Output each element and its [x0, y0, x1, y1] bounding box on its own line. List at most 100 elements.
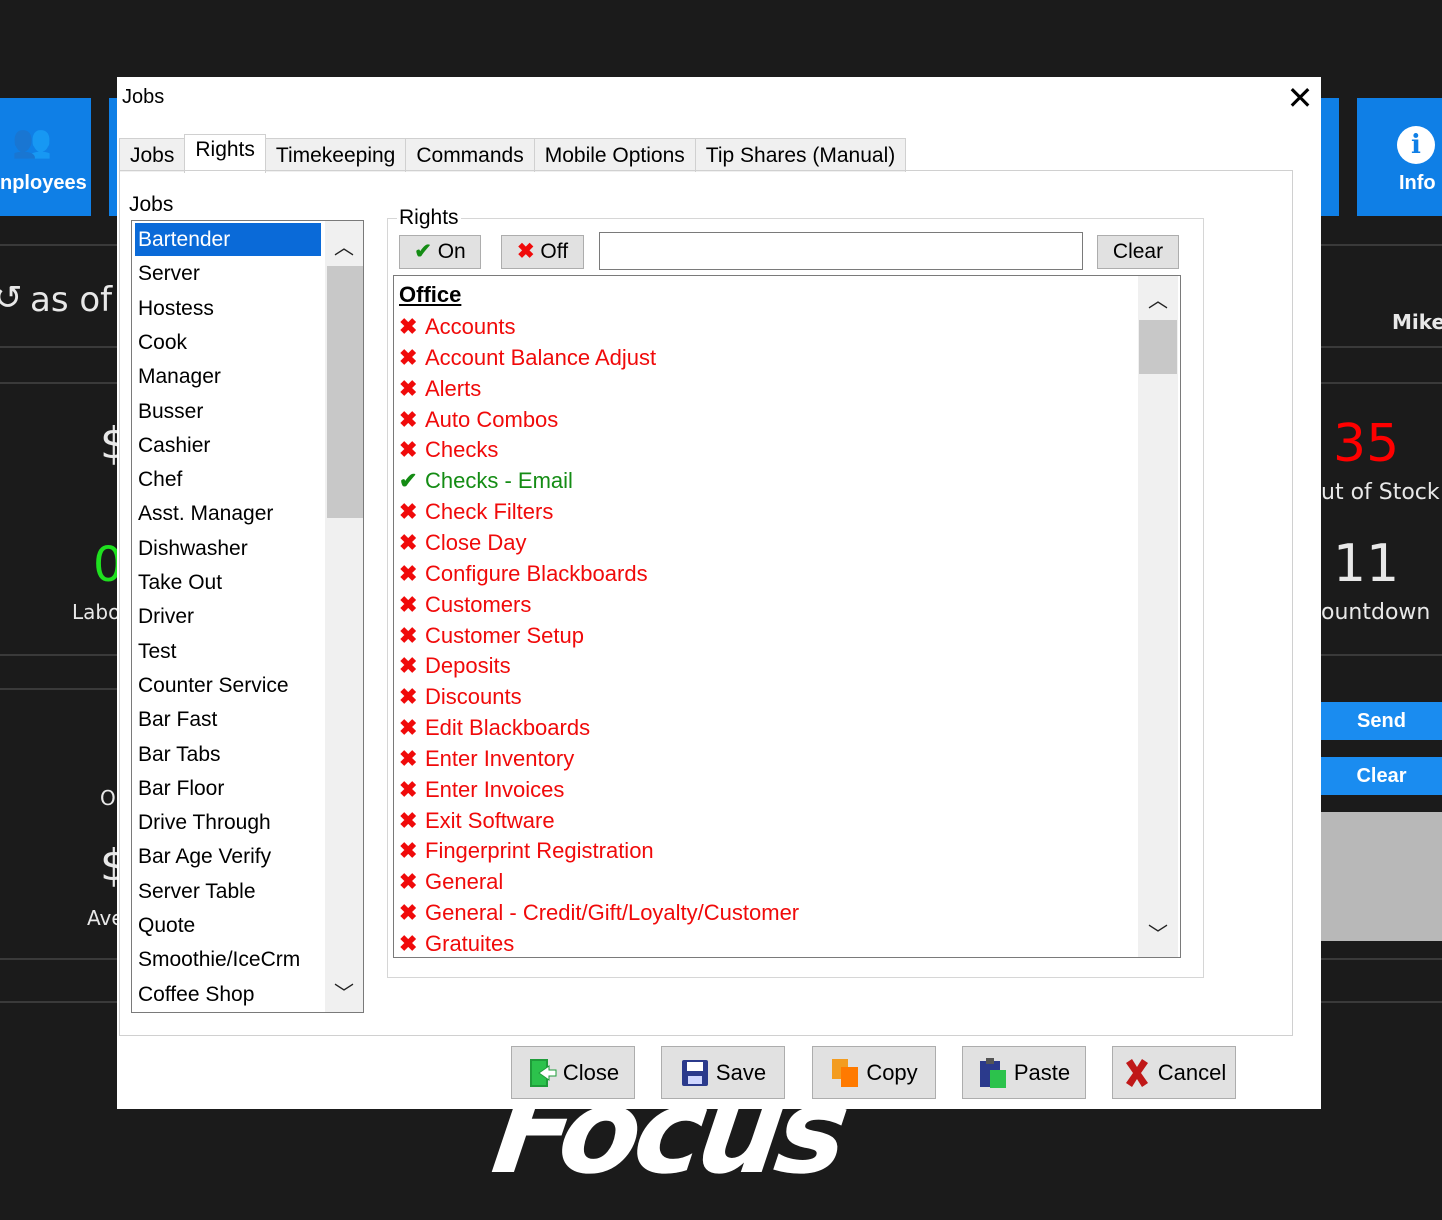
divider: [0, 346, 117, 348]
jobs-list[interactable]: Bartender Server Hostess Cook Manager Busser C…: [131, 220, 364, 1013]
right-item[interactable]: ✖ Check Filters: [399, 497, 553, 527]
right-item[interactable]: ✖ Enter Invoices: [399, 775, 564, 805]
scroll-down-icon[interactable]: ﹀: [1138, 918, 1178, 947]
tab-rights[interactable]: Rights: [184, 134, 266, 173]
divider: [1321, 346, 1442, 348]
right-item-label: Discounts: [425, 684, 522, 710]
scroll-thumb[interactable]: [1139, 320, 1177, 374]
tab-tip-shares[interactable]: Tip Shares (Manual): [694, 138, 907, 172]
job-list-item[interactable]: Bar Fast: [135, 703, 321, 736]
jobs-scrollbar[interactable]: ︿ ﹀: [325, 221, 363, 1012]
tab-jobs[interactable]: Jobs: [119, 138, 186, 172]
job-list-item[interactable]: Cashier: [135, 429, 321, 462]
job-list-item[interactable]: Chef: [135, 463, 321, 496]
copy-button-label: Copy: [866, 1059, 918, 1085]
job-list-item[interactable]: Bartender: [135, 223, 321, 256]
right-item-label: Edit Blackboards: [425, 715, 591, 741]
info-tile[interactable]: i Info: [1357, 98, 1442, 216]
job-list-item[interactable]: Bar Floor: [135, 772, 321, 805]
job-list-item[interactable]: Manager: [135, 360, 321, 393]
copy-button[interactable]: Copy: [812, 1046, 936, 1099]
right-item[interactable]: ✖ Auto Combos: [399, 405, 558, 435]
paste-button[interactable]: Paste: [962, 1046, 1086, 1099]
filter-clear-button[interactable]: Clear: [1097, 235, 1179, 269]
divider: [0, 382, 117, 384]
scroll-down-icon[interactable]: ﹀: [325, 977, 363, 1006]
rights-group-label: Rights: [397, 206, 461, 230]
tile-partial-right[interactable]: [1321, 98, 1339, 216]
off-button[interactable]: ✖ Off: [501, 235, 584, 269]
tab-commands[interactable]: Commands: [405, 138, 535, 172]
x-icon: ✖: [399, 344, 418, 370]
right-item[interactable]: ✖ Deposits: [399, 651, 511, 681]
job-list-item[interactable]: Bar Age Verify: [135, 840, 321, 873]
employees-icon: 👥: [12, 123, 52, 159]
job-list-item[interactable]: Busser: [135, 395, 321, 428]
right-item[interactable]: ✖ Discounts: [399, 682, 522, 712]
divider: [1321, 244, 1442, 246]
right-item[interactable]: ✖ General - Credit/Gift/Loyalty/Customer: [399, 898, 799, 928]
on-button[interactable]: ✔ On: [399, 235, 481, 269]
info-label: Info: [1399, 172, 1436, 194]
tab-timekeeping[interactable]: Timekeeping: [264, 138, 407, 172]
job-list-item[interactable]: Dishwasher: [135, 532, 321, 565]
scroll-thumb[interactable]: [327, 266, 363, 518]
cancel-button[interactable]: Cancel: [1112, 1046, 1236, 1099]
job-list-item[interactable]: Smoothie/IceCrm: [135, 943, 321, 976]
rights-filter-input[interactable]: [599, 232, 1083, 270]
right-item-label: Account Balance Adjust: [425, 344, 657, 370]
job-list-item[interactable]: Server: [135, 257, 321, 290]
job-list-item[interactable]: Coffee Shop: [135, 978, 321, 1011]
job-list-item[interactable]: Test: [135, 635, 321, 668]
right-item-label: Checks - Email: [425, 468, 573, 494]
right-item[interactable]: ✖ Exit Software: [399, 806, 555, 836]
rights-scrollbar[interactable]: ︿ ﹀: [1138, 276, 1178, 957]
right-item[interactable]: ✖ Gratuites: [399, 929, 514, 957]
x-icon: ✖: [399, 406, 418, 432]
job-list-item[interactable]: Asst. Manager: [135, 497, 321, 530]
x-icon: ✖: [399, 375, 418, 401]
job-list-item[interactable]: Take Out: [135, 566, 321, 599]
right-item[interactable]: ✖ Enter Inventory: [399, 744, 574, 774]
job-list-item[interactable]: Server Table: [135, 875, 321, 908]
user-name: Mike: [1392, 310, 1442, 334]
close-icon[interactable]: ✕: [1283, 81, 1317, 115]
right-item-label: Close Day: [425, 529, 527, 555]
job-list-item[interactable]: Driver: [135, 600, 321, 633]
check-icon: ✔: [414, 240, 432, 263]
right-item-label: Customers: [425, 591, 532, 617]
right-item[interactable]: ✖ Fingerprint Registration: [399, 836, 654, 866]
right-item[interactable]: ✖ Account Balance Adjust: [399, 343, 656, 373]
right-item[interactable]: ✖ Close Day: [399, 528, 526, 558]
on-button-label: On: [437, 240, 466, 263]
right-item[interactable]: ✖ Edit Blackboards: [399, 713, 590, 743]
job-list-item[interactable]: Cook: [135, 326, 321, 359]
job-list-item[interactable]: Bar Tabs: [135, 738, 321, 771]
tab-mobile-options[interactable]: Mobile Options: [533, 138, 696, 172]
x-icon: ✖: [399, 591, 418, 617]
employees-tile[interactable]: 👥 nployees: [0, 98, 91, 216]
job-list-item[interactable]: Counter Service: [135, 669, 321, 702]
right-item[interactable]: ✖ Customers: [399, 590, 531, 620]
right-item[interactable]: ✔ Checks - Email: [399, 466, 573, 496]
close-button[interactable]: Close: [511, 1046, 635, 1099]
save-button[interactable]: Save: [661, 1046, 785, 1099]
right-item[interactable]: ✖ Customer Setup: [399, 621, 584, 651]
divider: [0, 1001, 117, 1003]
dialog-title: Jobs: [122, 86, 165, 108]
right-item[interactable]: ✖ General: [399, 867, 503, 897]
rights-list[interactable]: Office ✖ Accounts ✖ Account Balance Adjust ✖…: [393, 275, 1181, 958]
job-list-item[interactable]: Quote: [135, 909, 321, 942]
right-item[interactable]: ✖ Accounts: [399, 312, 516, 342]
right-item[interactable]: ✖ Configure Blackboards: [399, 559, 648, 589]
right-item[interactable]: ✖ Alerts: [399, 374, 481, 404]
clear-button[interactable]: Clear: [1321, 757, 1442, 795]
job-list-item[interactable]: Hostess: [135, 292, 321, 325]
scroll-up-icon[interactable]: ︿: [325, 231, 363, 260]
scroll-up-icon[interactable]: ︿: [1138, 284, 1178, 313]
divider: [1321, 382, 1442, 384]
right-item[interactable]: ✖ Checks: [399, 435, 498, 465]
job-list-item[interactable]: Drive Through: [135, 806, 321, 839]
x-icon: ✖: [399, 314, 418, 339]
send-button[interactable]: Send: [1321, 702, 1442, 740]
